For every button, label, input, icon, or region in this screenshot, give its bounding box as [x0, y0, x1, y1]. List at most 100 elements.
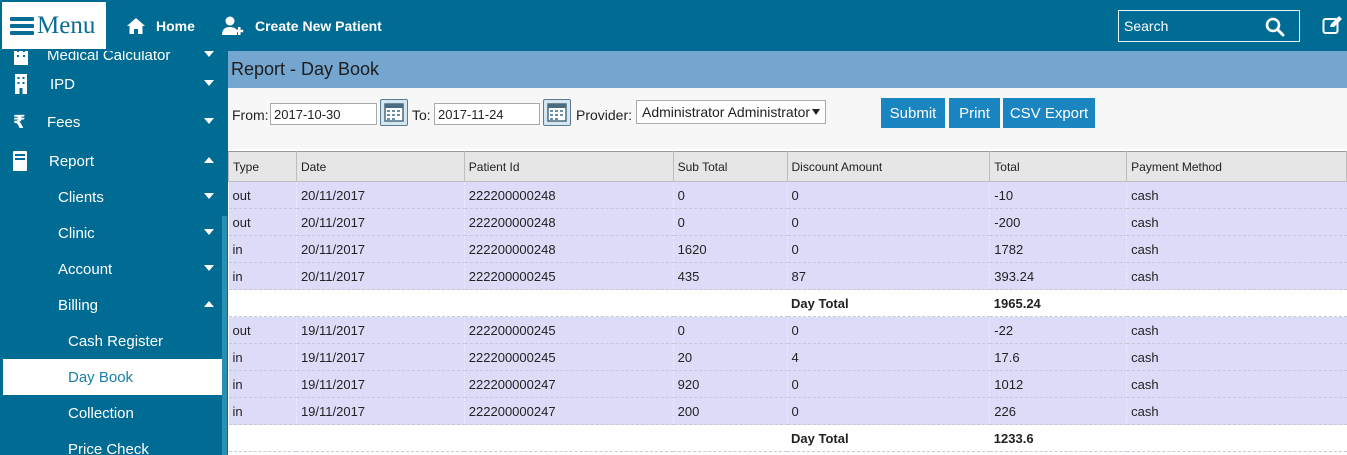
from-date-field[interactable]	[270, 103, 377, 125]
cell-patient-id: 222200000248	[463, 181, 674, 209]
sidebar-item-clients[interactable]: Clients	[0, 179, 224, 215]
column-header-date[interactable]: Date	[295, 151, 465, 182]
sidebar-item-label: Billing	[58, 296, 99, 314]
cell-type: in	[228, 370, 297, 398]
to-date-field[interactable]	[434, 103, 540, 125]
cell-discount: 0	[786, 316, 990, 344]
cell-type: in	[228, 397, 297, 425]
menu-button[interactable]: Menu	[2, 2, 106, 49]
provider-select[interactable]: Administrator Administrator	[636, 100, 826, 124]
home-label: Home	[156, 17, 195, 34]
sidebar-item-label: Clinic	[58, 224, 95, 242]
sidebar-item-label: Clients	[58, 188, 104, 206]
sidebar-item-clinic[interactable]: Clinic	[0, 215, 224, 251]
table-row: in 19/11/2017 222200000247 920 0 1012 ca…	[228, 370, 1347, 398]
from-calendar-button[interactable]	[380, 99, 408, 126]
provider-label: Provider:	[576, 107, 633, 123]
csv-export-button[interactable]: CSV Export	[1003, 98, 1095, 128]
calendar-icon	[547, 103, 567, 122]
column-header-type[interactable]: Type	[228, 151, 297, 182]
table-header-row: Type Date Patient Id Sub Total Discount …	[228, 151, 1347, 182]
table-row: in 19/11/2017 222200000247 200 0 226 cas…	[228, 397, 1347, 425]
cell-type: in	[228, 343, 297, 371]
cell-date: 20/11/2017	[295, 262, 465, 290]
chevron-down-icon	[204, 80, 214, 86]
sidebar-item-collection[interactable]: Collection	[0, 395, 224, 431]
cell-sub-total: 920	[672, 370, 788, 398]
hamburger-icon	[10, 14, 34, 38]
cell-patient-id: 222200000247	[463, 397, 674, 425]
column-header-discount-amount[interactable]: Discount Amount	[786, 151, 991, 182]
cell-sub-total: 1620	[672, 235, 788, 263]
day-total-value: 1965.24	[989, 289, 1127, 317]
chevron-down-icon	[204, 229, 214, 235]
table-row: in 20/11/2017 222200000248 1620 0 1782 c…	[228, 235, 1347, 263]
sidebar-item-price-check[interactable]: Price Check	[0, 431, 224, 455]
cell-discount: 0	[786, 235, 990, 263]
building-icon	[14, 51, 28, 65]
create-patient-link[interactable]: Create New Patient	[221, 0, 382, 51]
column-header-payment-method[interactable]: Payment Method	[1126, 151, 1347, 182]
sidebar-item-label: Cash Register	[68, 332, 164, 350]
sidebar-item-ipd[interactable]: IPD	[0, 66, 224, 102]
search-input[interactable]	[1124, 18, 1264, 34]
table-row: in 20/11/2017 222200000245 435 87 393.24…	[228, 262, 1347, 290]
cell-total: 1012	[989, 370, 1127, 398]
cell-patient-id: 222200000247	[463, 370, 674, 398]
chevron-down-icon	[204, 118, 214, 124]
from-label: From:	[232, 107, 269, 123]
column-header-sub-total[interactable]: Sub Total	[672, 151, 788, 182]
cell-type: out	[228, 316, 297, 344]
cell-date: 19/11/2017	[295, 316, 465, 344]
print-button[interactable]: Print	[949, 98, 1000, 128]
search-icon[interactable]	[1265, 17, 1285, 37]
sidebar-item-cash-register[interactable]: Cash Register	[0, 323, 224, 359]
sidebar-item-label: Price Check	[68, 440, 149, 455]
day-total-label: Day Total	[787, 289, 990, 317]
sidebar-item-label: Collection	[68, 404, 134, 422]
cell-payment-method: cash	[1126, 181, 1347, 209]
sidebar-item-account[interactable]: Account	[0, 251, 224, 287]
cell-total: 226	[989, 397, 1127, 425]
cell-discount: 0	[786, 397, 990, 425]
cell-date: 19/11/2017	[295, 370, 465, 398]
sidebar-item-billing[interactable]: Billing	[0, 287, 224, 323]
column-header-total[interactable]: Total	[989, 151, 1128, 182]
sidebar-item-label: Day Book	[68, 368, 134, 386]
sidebar-item-fees[interactable]: ₹ Fees	[0, 104, 224, 140]
cell-sub-total: 0	[672, 316, 788, 344]
submit-button[interactable]: Submit	[881, 98, 945, 128]
sidebar-item-label: Report	[49, 152, 95, 170]
home-link[interactable]: Home	[126, 0, 195, 51]
book-icon	[13, 151, 27, 171]
cell-patient-id: 222200000245	[463, 262, 674, 290]
cell-sub-total: 200	[672, 397, 788, 425]
cell-type: in	[228, 235, 297, 263]
sidebar-scrollbar[interactable]	[222, 216, 227, 455]
sidebar: Medical Calculator IPD ₹ Fees Report Cli…	[0, 51, 228, 455]
cell-discount: 0	[786, 370, 990, 398]
to-calendar-button[interactable]	[543, 99, 571, 126]
column-header-patient-id[interactable]: Patient Id	[463, 151, 674, 182]
top-navbar: Menu Home Create New Patient	[0, 0, 1347, 51]
sidebar-item-day-book[interactable]: Day Book	[3, 359, 224, 395]
cell-payment-method: cash	[1126, 343, 1347, 371]
cell-date: 20/11/2017	[295, 181, 465, 209]
sidebar-item-label: Fees	[47, 113, 81, 131]
cell-date: 19/11/2017	[295, 343, 465, 371]
provider-select-value: Administrator Administrator	[642, 104, 811, 120]
edit-icon[interactable]	[1322, 15, 1343, 35]
cell-total: 1782	[989, 235, 1127, 263]
cell-payment-method: cash	[1126, 208, 1347, 236]
search-box	[1118, 10, 1300, 42]
cell-discount: 87	[786, 262, 990, 290]
cell-payment-method: cash	[1126, 262, 1347, 290]
table-row: out 19/11/2017 222200000245 0 0 -22 cash	[228, 316, 1347, 344]
cell-total: 17.6	[989, 343, 1127, 371]
cell-sub-total: 0	[672, 181, 788, 209]
cell-total: -200	[989, 208, 1127, 236]
cell-patient-id: 222200000248	[463, 235, 674, 263]
sidebar-item-report[interactable]: Report	[0, 143, 224, 179]
cell-patient-id: 222200000248	[463, 208, 674, 236]
menu-label: Menu	[37, 11, 96, 39]
